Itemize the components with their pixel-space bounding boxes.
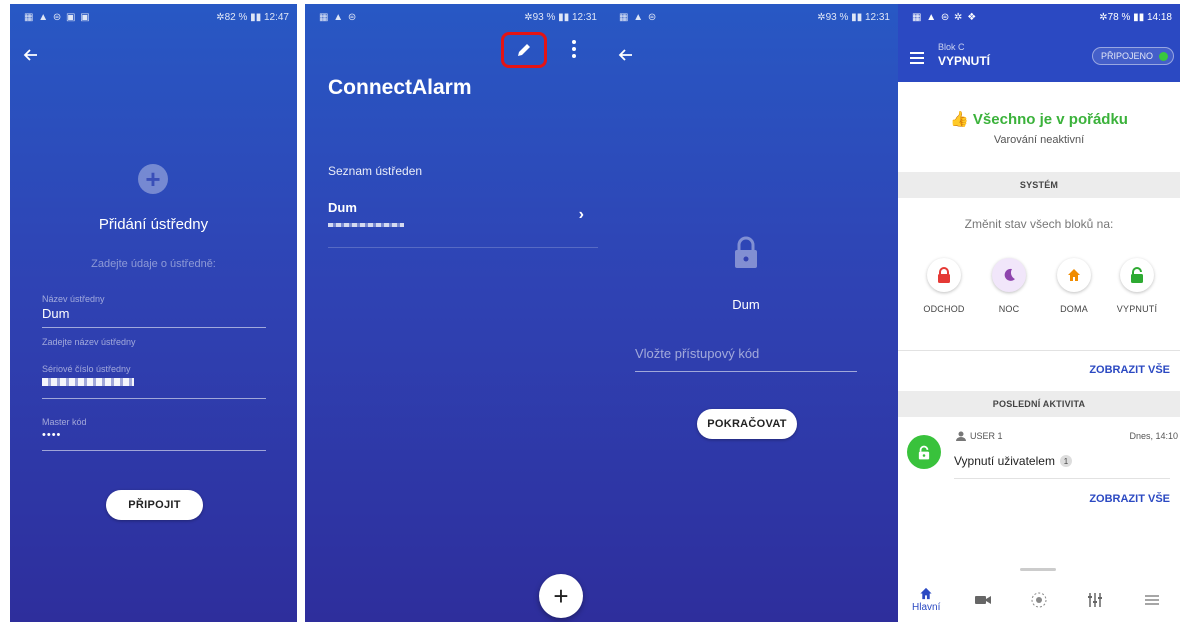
- mode-doma[interactable]: DOMA: [1039, 258, 1109, 314]
- divider: [898, 350, 1180, 351]
- mode-label: DOMA: [1060, 304, 1088, 314]
- master-code-label: Master kód: [42, 417, 87, 427]
- mode-noc[interactable]: NOC: [974, 258, 1044, 314]
- panel-name-helper: Zadejte název ústředny: [42, 337, 136, 347]
- add-panel-fab[interactable]: +: [539, 574, 583, 618]
- activity-user: USER 1: [956, 431, 1003, 441]
- sensor-icon: [1031, 592, 1047, 608]
- list-icon: [1144, 595, 1159, 605]
- connect-button[interactable]: PŘIPOJIT: [106, 490, 203, 520]
- block-state: VYPNUTÍ: [938, 54, 991, 68]
- divider: [954, 478, 1170, 479]
- mode-label: VYPNUTÍ: [1116, 304, 1158, 314]
- mode-label: ODCHOD: [923, 304, 965, 314]
- change-all-label: Změnit stav všech bloků na:: [964, 217, 1114, 231]
- thumbs-up-icon: 👍: [950, 111, 973, 128]
- connection-label: PŘIPOJENO: [1100, 51, 1153, 61]
- nav-sensors[interactable]: [1011, 578, 1067, 622]
- nav-home[interactable]: Hlavní: [898, 578, 954, 622]
- show-all-activity-link[interactable]: ZOBRAZIT VŠE: [1089, 493, 1170, 505]
- sheet-handle[interactable]: [1020, 568, 1056, 571]
- status-bar: ▦ ▲ ⊜ ✲93 % ▮▮ 12:31: [305, 4, 605, 30]
- home-icon: [1057, 258, 1091, 292]
- activity-user-name: USER 1: [970, 431, 1003, 441]
- mode-odchod[interactable]: ODCHOD: [909, 258, 979, 314]
- panel-name: Dum: [732, 297, 760, 312]
- moon-icon: [992, 258, 1026, 292]
- activity-text[interactable]: Vypnutí uživatelem 1: [954, 454, 1072, 468]
- page-title: Přidání ústředny: [98, 216, 209, 233]
- home-icon: [920, 587, 932, 600]
- panel-serial-redacted: [328, 223, 404, 227]
- section-title: Seznam ústředen: [328, 164, 423, 178]
- lock-icon: [731, 236, 761, 275]
- mode-vypnuti[interactable]: VYPNUTÍ: [1102, 258, 1172, 314]
- edit-button[interactable]: [501, 32, 547, 68]
- chevron-right-icon: ›: [578, 206, 584, 223]
- status-message-text: Všechno je v pořádku: [972, 111, 1128, 128]
- status-battery-time: ✲93 % ▮▮ 12:31: [817, 11, 890, 23]
- block-label: Blok C: [938, 42, 965, 52]
- activity-header: POSLEDNÍ AKTIVITA: [898, 391, 1180, 417]
- continue-button[interactable]: POKRAČOVAT: [697, 409, 797, 439]
- menu-icon[interactable]: [910, 52, 924, 64]
- list-item[interactable]: Dum ›: [328, 200, 598, 248]
- mode-label: NOC: [998, 304, 1020, 314]
- more-menu-icon[interactable]: [569, 38, 579, 60]
- nav-home-label: Hlavní: [912, 602, 941, 613]
- status-subtext: Varování neaktivní: [993, 134, 1085, 146]
- serial-number-redacted: [42, 378, 134, 386]
- add-panel-screen: ▦ ▲ ⊜ ▣ ▣ ✲82 % ▮▮ 12:47 + Přidání ústře…: [10, 4, 297, 622]
- lock-icon: [927, 258, 961, 292]
- status-message: 👍 Všechno je v pořádku: [898, 110, 1180, 128]
- panel-list-screen: ▦ ▲ ⊜ ✲93 % ▮▮ 12:31 ConnectAlarm Seznam…: [305, 4, 605, 622]
- status-icons: ▦ ▲ ⊜: [619, 11, 658, 23]
- nav-camera[interactable]: [954, 578, 1010, 622]
- pencil-icon: [518, 44, 530, 56]
- panel-name-field[interactable]: Název ústředny Dum: [42, 294, 266, 328]
- dashboard-screen: ▦ ▲ ⊜ ✲ ❖ ✲78 % ▮▮ 14:18 Blok C VYPNUTÍ …: [898, 4, 1180, 622]
- status-battery-time: ✲93 % ▮▮ 12:31: [524, 11, 597, 23]
- form-instruction: Zadejte údaje o ústředně:: [91, 258, 216, 270]
- app-bar: ▦ ▲ ⊜ ✲ ❖ ✲78 % ▮▮ 14:18 Blok C VYPNUTÍ …: [898, 4, 1180, 82]
- camera-icon: [974, 596, 991, 604]
- app-title: ConnectAlarm: [328, 76, 472, 99]
- bottom-navigation: Hlavní: [898, 578, 1180, 622]
- nav-controls[interactable]: [1067, 578, 1123, 622]
- back-arrow-icon[interactable]: [22, 46, 38, 69]
- status-battery-time: ✲78 % ▮▮ 14:18: [1099, 11, 1172, 23]
- connection-dot-icon: [1159, 52, 1168, 61]
- system-header: SYSTÉM: [898, 172, 1180, 198]
- sliders-icon: [1088, 593, 1103, 607]
- serial-number-field[interactable]: Sériové číslo ústředny: [42, 364, 266, 399]
- status-bar: ▦ ▲ ⊜ ✲ ❖ ✲78 % ▮▮ 14:18: [898, 4, 1180, 30]
- activity-time: Dnes, 14:10: [1129, 431, 1178, 441]
- activity-count-badge: 1: [1059, 455, 1072, 467]
- status-icons: ▦ ▲ ⊜: [319, 11, 358, 23]
- connection-badge: PŘIPOJENO: [1091, 47, 1174, 65]
- back-arrow-icon[interactable]: [617, 46, 633, 69]
- panel-name-value[interactable]: Dum: [42, 306, 266, 321]
- add-icon: +: [138, 164, 168, 194]
- status-battery-time: ✲82 % ▮▮ 12:47: [216, 11, 289, 23]
- access-code-screen: ▦ ▲ ⊜ ✲93 % ▮▮ 12:31 Dum Vložte přístupo…: [605, 4, 898, 622]
- access-code-input[interactable]: Vložte přístupový kód: [635, 346, 857, 372]
- unlock-activity-icon: [907, 435, 941, 469]
- status-icons: ▦ ▲ ⊜ ✲ ❖: [912, 11, 978, 23]
- nav-list[interactable]: [1124, 578, 1180, 622]
- status-icons: ▦ ▲ ⊜ ▣ ▣: [24, 11, 91, 23]
- unlock-icon: [1120, 258, 1154, 292]
- status-bar: ▦ ▲ ⊜ ✲93 % ▮▮ 12:31: [605, 4, 898, 30]
- panel-name: Dum: [328, 200, 357, 215]
- master-code-field[interactable]: Master kód ••••: [42, 417, 266, 451]
- person-icon: [956, 431, 966, 441]
- status-bar: ▦ ▲ ⊜ ▣ ▣ ✲82 % ▮▮ 12:47: [10, 4, 297, 30]
- master-code-value[interactable]: ••••: [42, 429, 266, 441]
- activity-description: Vypnutí uživatelem: [954, 454, 1055, 468]
- show-all-modes-link[interactable]: ZOBRAZIT VŠE: [1089, 364, 1170, 376]
- serial-number-label: Sériové číslo ústředny: [42, 364, 131, 374]
- panel-name-label: Název ústředny: [42, 294, 105, 304]
